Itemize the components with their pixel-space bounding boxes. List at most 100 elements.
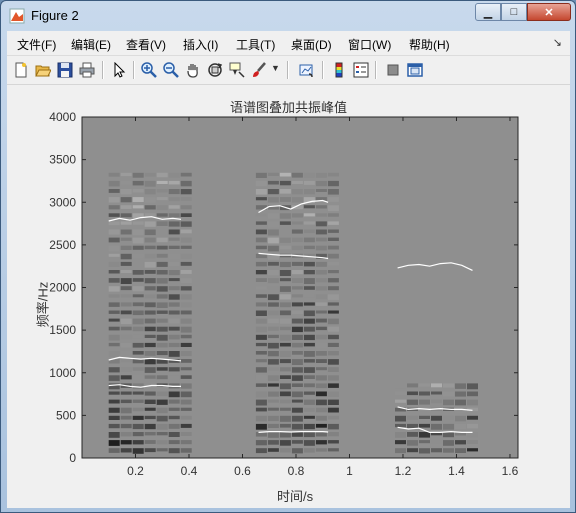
spectrogram-cell [279, 399, 291, 404]
spectrogram-cell [267, 302, 279, 307]
zoom-in-button[interactable] [139, 60, 159, 80]
new-figure-button[interactable] [11, 60, 31, 80]
close-button[interactable]: ✕ [527, 3, 571, 21]
spectrogram-cell [144, 440, 156, 444]
menu-edit[interactable]: 编辑(E) [71, 36, 111, 53]
brush-button[interactable] [249, 60, 269, 80]
title-bar[interactable]: Figure 2 ▁ □ ✕ [1, 1, 575, 31]
spectrogram-cell [279, 278, 291, 282]
print-button[interactable] [77, 60, 97, 80]
spectrogram-cell [168, 229, 180, 235]
menu-insert[interactable]: 插入(I) [183, 36, 218, 53]
spectrogram-cell [168, 391, 180, 398]
open-file-icon [35, 65, 51, 77]
spectrogram-cell [180, 448, 192, 453]
x-tick-label: 1.6 [502, 464, 519, 478]
spectrogram-cell [156, 294, 168, 299]
brush-icon [253, 62, 266, 77]
spectrogram-cell [431, 423, 442, 430]
spectrogram-cell [180, 172, 192, 177]
spectrogram-cell [267, 221, 279, 228]
pan-button[interactable] [183, 60, 203, 80]
spectrogram-cell [455, 440, 466, 445]
spectrogram-cell [120, 294, 132, 298]
spectrogram-cell [315, 351, 327, 356]
spectrogram-cell [108, 351, 120, 357]
brush-dropdown-arrow-icon[interactable]: ▼ [271, 63, 280, 73]
rotate-3d-button[interactable] [205, 60, 225, 80]
spectrogram-cell [315, 448, 327, 452]
legend-button[interactable] [351, 60, 371, 80]
spectrogram-cell [108, 180, 120, 187]
spectrogram-cell [156, 302, 168, 308]
spectrogram-cell [120, 197, 132, 203]
spectrogram-cell [132, 399, 144, 403]
spectrogram-cell [108, 237, 120, 243]
spectrogram-cell [180, 213, 192, 217]
spectrogram-cell [279, 180, 291, 186]
spectrogram-cell [467, 423, 478, 429]
spectrogram-cell [327, 318, 339, 325]
hide-plot-tools-icon [387, 64, 399, 76]
menu-file[interactable]: 文件(F) [17, 36, 56, 53]
spectrogram-cell [108, 261, 120, 267]
dock-arrow-icon[interactable]: ↘ [553, 36, 562, 49]
spectrogram-cell [279, 189, 291, 194]
spectrogram-cell [327, 359, 339, 365]
spectrogram-cell [255, 440, 267, 446]
spectrogram-cell [120, 270, 132, 273]
spectrogram-cell [467, 448, 478, 452]
spectrogram-cell [467, 383, 478, 390]
link-plot-button[interactable] [297, 60, 317, 80]
spectrogram-cell [156, 197, 168, 201]
spectrogram-cell [327, 294, 339, 300]
colorbar-button[interactable] [329, 60, 349, 80]
menu-window[interactable]: 窗口(W) [348, 36, 391, 53]
show-plot-tools-button[interactable] [405, 60, 425, 80]
spectrogram-cell [180, 407, 192, 411]
toolbar: ▼ [7, 56, 570, 85]
spectrogram-cell [180, 326, 192, 333]
spectrogram-cell [108, 172, 120, 177]
save-button[interactable] [55, 60, 75, 80]
spectrogram-cell [291, 245, 303, 251]
spectrogram-cell [120, 245, 132, 250]
spectrogram-cell [255, 399, 267, 406]
x-tick-label: 0.6 [234, 464, 251, 478]
minimize-button[interactable]: ▁ [475, 3, 501, 21]
spectrogram-cell [315, 286, 327, 291]
spectrogram-cell [419, 399, 430, 405]
spectrogram-cell [168, 245, 180, 249]
spectrogram-cell [120, 367, 132, 372]
menu-tools[interactable]: 工具(T) [236, 36, 275, 53]
data-cursor-button[interactable] [227, 60, 247, 80]
spectrogram-cell [168, 237, 180, 241]
spectrogram-cell [108, 407, 120, 413]
spectrogram-cell [108, 375, 120, 381]
menu-view[interactable]: 查看(V) [126, 36, 166, 53]
matlab-figure-icon [9, 8, 25, 24]
spectrogram-cell [279, 221, 291, 225]
menu-help[interactable]: 帮助(H) [409, 36, 450, 53]
spectrogram-cell [132, 302, 144, 307]
spectrogram-cell [279, 351, 291, 357]
spectrogram-cell [279, 415, 291, 422]
spectrogram-cell [132, 245, 144, 250]
spectrogram-cell [327, 432, 339, 437]
maximize-button[interactable]: □ [501, 3, 527, 21]
spectrogram-cell [291, 359, 303, 365]
hide-plot-tools-button[interactable] [383, 60, 403, 80]
spectrogram-cell [315, 221, 327, 227]
pointer-button[interactable] [109, 60, 129, 80]
toolbar-separator [133, 61, 135, 79]
menu-desktop[interactable]: 桌面(D) [291, 36, 332, 53]
spectrogram-cell [279, 423, 291, 428]
spectrogram-cell [156, 351, 168, 356]
spectrogram-cell [132, 448, 144, 454]
spectrogram-cell [132, 326, 144, 332]
spectrogram-cell [120, 278, 132, 284]
zoom-out-button[interactable] [161, 60, 181, 80]
spectrogram-cell [108, 205, 120, 210]
spectrogram-plot[interactable]: 0.2 0.4 0.6 0.8 1 1.2 1.4 1.6 0 500 1000 1500 2000 25… [7, 85, 570, 508]
open-file-button[interactable] [33, 60, 53, 80]
